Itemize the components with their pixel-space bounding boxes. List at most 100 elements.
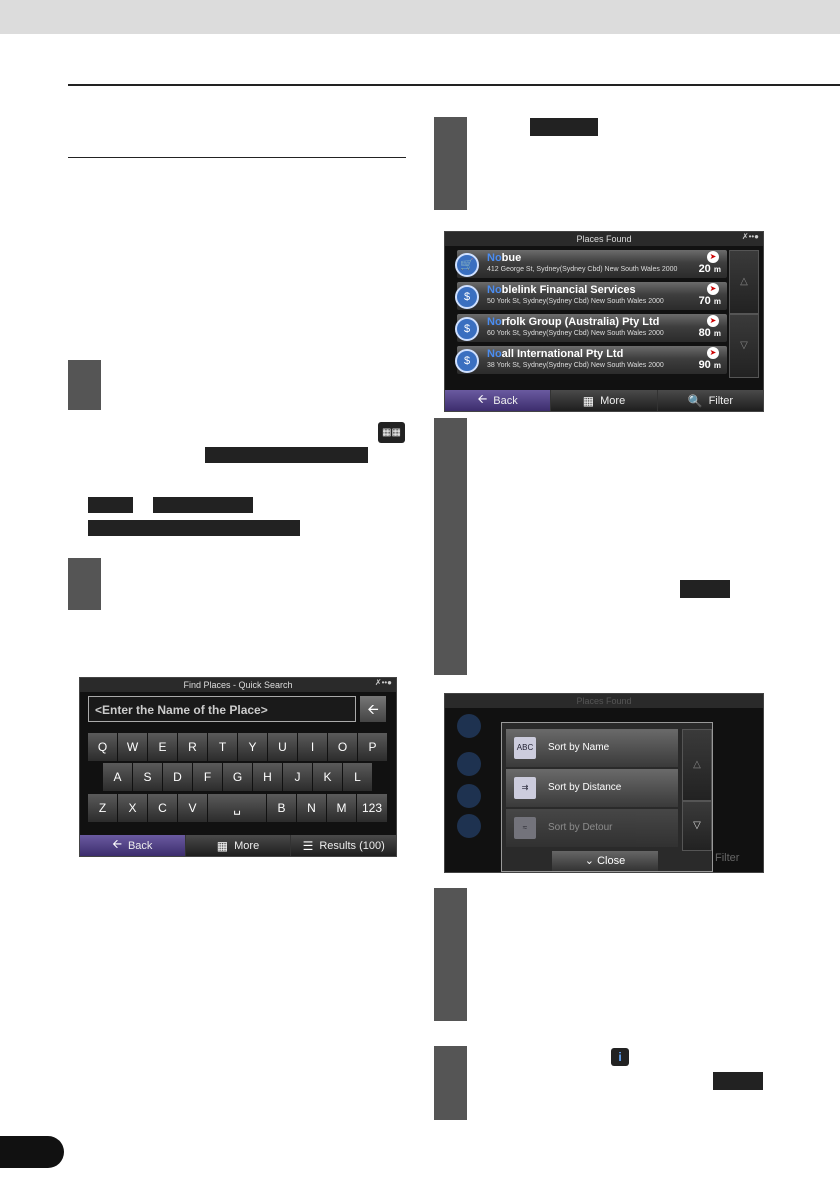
gps-signal-icon: ✗••● <box>741 232 759 241</box>
sort-by-distance-option[interactable]: ⇉ Sort by Distance <box>506 769 678 807</box>
bank-pin-icon: $ <box>455 285 479 309</box>
step-bar <box>68 558 101 610</box>
result-name-match: No <box>487 284 502 296</box>
more-button[interactable]: ▦ More <box>185 835 292 856</box>
more-button[interactable]: ▦ More <box>551 390 658 411</box>
key[interactable]: J <box>283 763 312 791</box>
key[interactable]: S <box>133 763 162 791</box>
numbers-key[interactable]: 123 <box>357 794 387 822</box>
scroll-down-button[interactable]: ▽ <box>729 314 759 378</box>
key[interactable]: Y <box>238 733 267 761</box>
keyboard-row: A S D F G H J K L <box>103 763 373 791</box>
result-address: 60 York St, Sydney(Sydney Cbd) New South… <box>487 330 664 337</box>
redacted-label <box>153 497 253 513</box>
bottom-toolbar: 🡨 Back ▦ More 🔍 Filter <box>445 390 763 411</box>
result-name: all International Pty Ltd <box>501 348 624 360</box>
section-rule <box>68 157 406 158</box>
key[interactable]: B <box>267 794 296 822</box>
key[interactable]: W <box>118 733 147 761</box>
key[interactable]: G <box>223 763 252 791</box>
result-address: 38 York St, Sydney(Sydney Cbd) New South… <box>487 362 664 369</box>
step-bar <box>68 360 101 410</box>
key[interactable]: R <box>178 733 207 761</box>
distance-unit: m <box>713 297 721 306</box>
redacted-label <box>713 1072 763 1090</box>
result-name: rfolk Group (Australia) Pty Ltd <box>501 316 660 328</box>
results-button[interactable]: ☰ Results (100) <box>291 835 396 856</box>
scroll-up-button[interactable]: △ <box>682 729 712 801</box>
result-row[interactable]: $ Norfolk Group (Australia) Pty Ltd 60 Y… <box>455 314 727 342</box>
distance-unit: m <box>713 265 721 274</box>
result-name: bue <box>501 252 522 264</box>
key[interactable]: E <box>148 733 177 761</box>
sort-by-name-option[interactable]: ABC Sort by Name <box>506 729 678 767</box>
key[interactable]: T <box>208 733 237 761</box>
result-name-match: No <box>487 252 502 264</box>
bank-pin-icon: $ <box>455 349 479 373</box>
sort-options-screen: Places Found Filter ABC Sort by Name ⇉ S… <box>444 693 764 873</box>
result-distance: 90 <box>698 359 711 371</box>
scroll-up-button[interactable]: △ <box>729 250 759 314</box>
list-icon: ☰ <box>302 838 314 853</box>
key[interactable]: Q <box>88 733 117 761</box>
result-name-match: No <box>487 316 502 328</box>
compass-icon: ➤ <box>707 283 719 295</box>
bank-pin-icon: $ <box>455 317 479 341</box>
keyboard-row: Z X C V ␣ B N M 123 <box>88 794 388 822</box>
back-button[interactable]: 🡨 Back <box>445 390 552 411</box>
header-rule <box>68 84 840 86</box>
redacted-label <box>88 497 133 513</box>
key[interactable]: X <box>118 794 147 822</box>
key[interactable]: Z <box>88 794 117 822</box>
result-distance: 70 <box>698 295 711 307</box>
result-row[interactable]: $ Noall International Pty Ltd 38 York St… <box>455 346 727 374</box>
key[interactable]: F <box>193 763 222 791</box>
result-name: blelink Financial Services <box>501 284 636 296</box>
place-name-input[interactable]: <Enter the Name of the Place> <box>88 696 356 722</box>
filter-button-dimmed: Filter <box>715 852 740 864</box>
key[interactable]: K <box>313 763 342 791</box>
key[interactable]: P <box>358 733 387 761</box>
back-arrow-icon: 🡨 <box>477 392 488 406</box>
bottom-toolbar: 🡨 Back ▦ More ☰ Results (100) <box>80 835 396 856</box>
backspace-button[interactable]: 🡨 <box>360 696 386 722</box>
key[interactable]: O <box>328 733 357 761</box>
gps-signal-icon: ✗••● <box>374 678 392 687</box>
result-address: 50 York St, Sydney(Sydney Cbd) New South… <box>487 298 664 305</box>
more-icon: ▦ <box>216 838 229 853</box>
back-button[interactable]: 🡨 Back <box>80 835 186 856</box>
redacted-label <box>88 520 300 536</box>
key[interactable]: H <box>253 763 282 791</box>
key[interactable]: D <box>163 763 192 791</box>
key[interactable]: N <box>297 794 326 822</box>
sort-by-detour-option[interactable]: ≈ Sort by Detour <box>506 809 678 847</box>
filter-button[interactable]: 🔍 Filter <box>657 390 763 411</box>
result-row[interactable]: 🛒 Nobue 412 George St, Sydney(Sydney Cbd… <box>455 250 727 278</box>
key[interactable]: M <box>327 794 356 822</box>
key[interactable]: L <box>343 763 372 791</box>
screen-title: Places Found <box>445 694 763 708</box>
search-icon: 🔍 <box>687 393 703 408</box>
places-found-screen: Places Found ✗••● 🛒 Nobue 412 George St,… <box>444 231 764 412</box>
info-icon: i <box>611 1048 629 1066</box>
sort-popup: ABC Sort by Name ⇉ Sort by Distance ≈ So… <box>501 722 713 872</box>
back-arrow-icon: 🡨 <box>112 837 122 851</box>
compass-icon: ➤ <box>707 347 719 359</box>
close-button[interactable]: ⌄ Close <box>552 851 658 871</box>
result-row[interactable]: $ Noblelink Financial Services 50 York S… <box>455 282 727 310</box>
distance-unit: m <box>713 329 721 338</box>
bank-pin-icon <box>457 752 481 776</box>
key[interactable]: U <box>268 733 297 761</box>
space-key[interactable]: ␣ <box>208 794 266 822</box>
key[interactable]: A <box>103 763 132 791</box>
key[interactable]: C <box>148 794 177 822</box>
key[interactable]: I <box>298 733 327 761</box>
key[interactable]: V <box>178 794 207 822</box>
keyboard-row: Q W E R T Y U I O P <box>88 733 388 761</box>
screen-title: Places Found <box>445 232 763 246</box>
step-bar <box>434 1046 467 1120</box>
result-distance: 80 <box>698 327 711 339</box>
step-bar <box>434 418 467 675</box>
page-number-tab <box>0 1136 64 1168</box>
scroll-down-button[interactable]: ▽ <box>682 801 712 851</box>
